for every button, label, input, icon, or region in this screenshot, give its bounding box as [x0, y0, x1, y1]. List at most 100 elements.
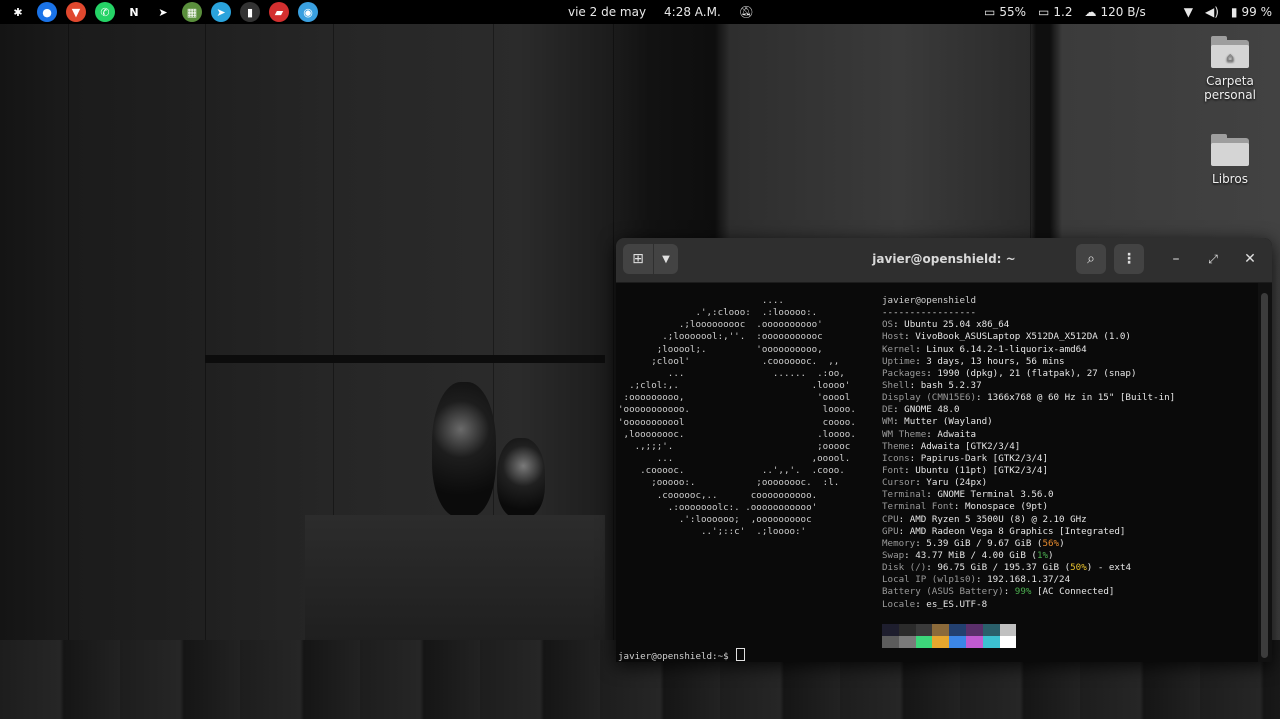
userhost-line: javier@openshield: [882, 295, 1175, 307]
volume-indicator[interactable]: ◀): [1205, 5, 1219, 19]
palette-row-normal: [882, 624, 1017, 636]
clock[interactable]: vie 2 de may 4:28 A.M. 🔕︎: [568, 5, 754, 19]
info-percent: 99%: [1014, 586, 1032, 598]
info-suffix: - ext4: [1092, 562, 1132, 574]
text-cursor: [736, 648, 746, 661]
info-key: Shell: [882, 379, 910, 391]
info-percent: 56%: [1042, 537, 1060, 549]
info-key: CPU: [882, 513, 899, 525]
info-key: Memory: [882, 537, 916, 549]
network-speed-indicator[interactable]: ☁ 120 B/s: [1084, 5, 1145, 19]
info-value: VivoBook_ASUSLaptop X512DA_X512DA (1.0): [915, 331, 1131, 343]
ubuntu-logo-icon[interactable]: ✱: [8, 2, 28, 22]
wifi-icon: ▼: [1183, 5, 1193, 19]
close-icon: ✕: [1244, 251, 1256, 267]
cpu-icon: ▭: [984, 5, 996, 19]
battery-value: 99 %: [1241, 5, 1273, 19]
telegram-icon[interactable]: ➤: [211, 2, 231, 22]
info-row: Local IP (wlp1s0): 192.168.1.37/24: [882, 574, 1071, 586]
date-label: vie 2 de may: [568, 5, 647, 19]
wifi-indicator[interactable]: ▼: [1184, 5, 1193, 19]
menu-button[interactable]: ⋮: [1114, 244, 1144, 274]
close-button[interactable]: ✕: [1238, 244, 1262, 274]
search-button[interactable]: ⌕: [1076, 244, 1106, 274]
desktop-icon-home[interactable]: ⌂ Carpeta personal: [1190, 36, 1270, 102]
system-tray[interactable]: ▭ 55% ▭ 1.2 ☁ 120 B/s ▼ ◀) ▮ 99 %: [984, 5, 1272, 19]
info-value: Linux 6.14.2-1-liquorix-amd64: [926, 343, 1087, 355]
info-row: Icons: Papirus-Dark [GTK2/3/4]: [882, 452, 1048, 464]
info-row: DE: GNOME 48.0: [882, 404, 960, 416]
info-row: Uptime: 3 days, 13 hours, 56 mins: [882, 355, 1065, 367]
chevron-down-icon: ▼: [662, 253, 670, 265]
shell-prompt[interactable]: javier@openshield:~$: [618, 648, 746, 662]
info-key: Icons: [882, 452, 910, 464]
chrome-icon[interactable]: ●: [37, 2, 57, 22]
time-label: 4:28 A.M.: [664, 5, 721, 19]
wallpaper-shelf: [205, 355, 605, 363]
notion-icon[interactable]: N: [124, 2, 144, 22]
whatsapp-icon[interactable]: ✆: [95, 2, 115, 22]
terminal-headerbar[interactable]: ⊞ ▼ javier@openshield: ~ ⌕ ⋮ – ⤢ ✕: [616, 238, 1272, 283]
terminal-icon[interactable]: ▮: [240, 2, 260, 22]
info-value: Ubuntu (11pt) [GTK2/3/4]: [915, 464, 1048, 476]
desktop-icon-libros[interactable]: Libros: [1190, 134, 1270, 186]
info-value: AMD Ryzen 5 3500U (8) @ 2.10 GHz: [909, 513, 1087, 525]
palette-swatch: [882, 624, 899, 636]
info-key: Theme: [882, 440, 910, 452]
search-icon: ⌕: [1087, 251, 1095, 267]
software-store-icon[interactable]: ▦: [182, 2, 202, 22]
info-key: Uptime: [882, 355, 916, 367]
info-row: Packages: 1990 (dpkg), 21 (flatpak), 27 …: [882, 367, 1137, 379]
wallpaper-stand: [305, 515, 605, 660]
palette-swatch: [915, 624, 933, 636]
info-key: Packages: [882, 367, 927, 379]
maximize-button[interactable]: ⤢: [1201, 244, 1225, 274]
load-value: 1.2: [1053, 5, 1073, 19]
info-row: Battery (ASUS Battery): 99% [AC Connecte…: [882, 586, 1115, 598]
info-value: AMD Radeon Vega 8 Graphics [Integrated]: [909, 525, 1126, 537]
folder-icon: [1211, 134, 1249, 166]
scrollbar-thumb[interactable]: [1261, 293, 1268, 658]
presentation-icon[interactable]: ▰: [269, 2, 289, 22]
info-row: OS: Ubuntu 25.04 x86_64: [882, 319, 1010, 331]
paper-plane-icon[interactable]: ➤: [153, 2, 173, 22]
ubuntu-ascii-logo: .... .',:clooo: .:looooo:. .;looooooooc …: [618, 295, 856, 537]
palette-swatch: [932, 636, 950, 648]
info-key: OS: [882, 319, 894, 331]
info-rows: OS: Ubuntu 25.04 x86_64 Host: VivoBook_AS…: [882, 319, 1175, 610]
wallpaper-plank: [0, 0, 69, 640]
battery-indicator[interactable]: ▮ 99 %: [1231, 5, 1272, 19]
separator-line: -----------------: [882, 307, 977, 319]
palette-swatch: [999, 624, 1017, 636]
terminal-output[interactable]: .... .',:clooo: .:looooo:. .;looooooooc …: [616, 283, 1258, 662]
terminal-scrollbar[interactable]: [1258, 283, 1272, 662]
fastfetch-info: javier@openshield ----------------- OS: …: [882, 295, 1175, 611]
terminal-window[interactable]: ⊞ ▼ javier@openshield: ~ ⌕ ⋮ – ⤢ ✕ .... …: [616, 238, 1272, 662]
palette-swatch: [949, 636, 966, 648]
cpu-indicator[interactable]: ▭ 55%: [984, 5, 1026, 19]
info-row: WM Theme: Adwaita: [882, 428, 977, 440]
info-value: 192.168.1.37/24: [987, 574, 1071, 586]
info-value: 5.39 GiB / 9.67 GiB: [926, 537, 1032, 549]
load-indicator[interactable]: ▭ 1.2: [1038, 5, 1072, 19]
new-tab-dropdown-button[interactable]: ▼: [654, 244, 678, 274]
info-row: Terminal Font: Monospace (9pt): [882, 501, 1048, 513]
brave-icon[interactable]: ▼: [66, 2, 86, 22]
info-key: WM: [882, 416, 894, 428]
palette-swatch: [982, 624, 1000, 636]
notifications-off-icon: 🔕︎: [738, 5, 755, 19]
info-key: Swap: [882, 549, 905, 561]
info-row: Host: VivoBook_ASUSLaptop X512DA_X512DA …: [882, 331, 1131, 343]
info-key: DE: [882, 404, 894, 416]
palette-swatch: [965, 624, 983, 636]
info-row: Cursor: Yaru (24px): [882, 477, 988, 489]
info-value: 1366x768 @ 60 Hz in 15" [Built-in]: [987, 392, 1176, 404]
minimize-button[interactable]: –: [1164, 244, 1188, 274]
battery-icon: ▮: [1230, 5, 1238, 19]
info-key: Terminal Font: [882, 501, 954, 513]
minimize-icon: –: [1172, 251, 1180, 267]
info-value: Adwaita [GTK2/3/4]: [920, 440, 1021, 452]
info-row: Font: Ubuntu (11pt) [GTK2/3/4]: [882, 464, 1048, 476]
chat-bubble-icon[interactable]: ◉: [298, 2, 318, 22]
new-tab-button[interactable]: ⊞: [623, 244, 653, 274]
